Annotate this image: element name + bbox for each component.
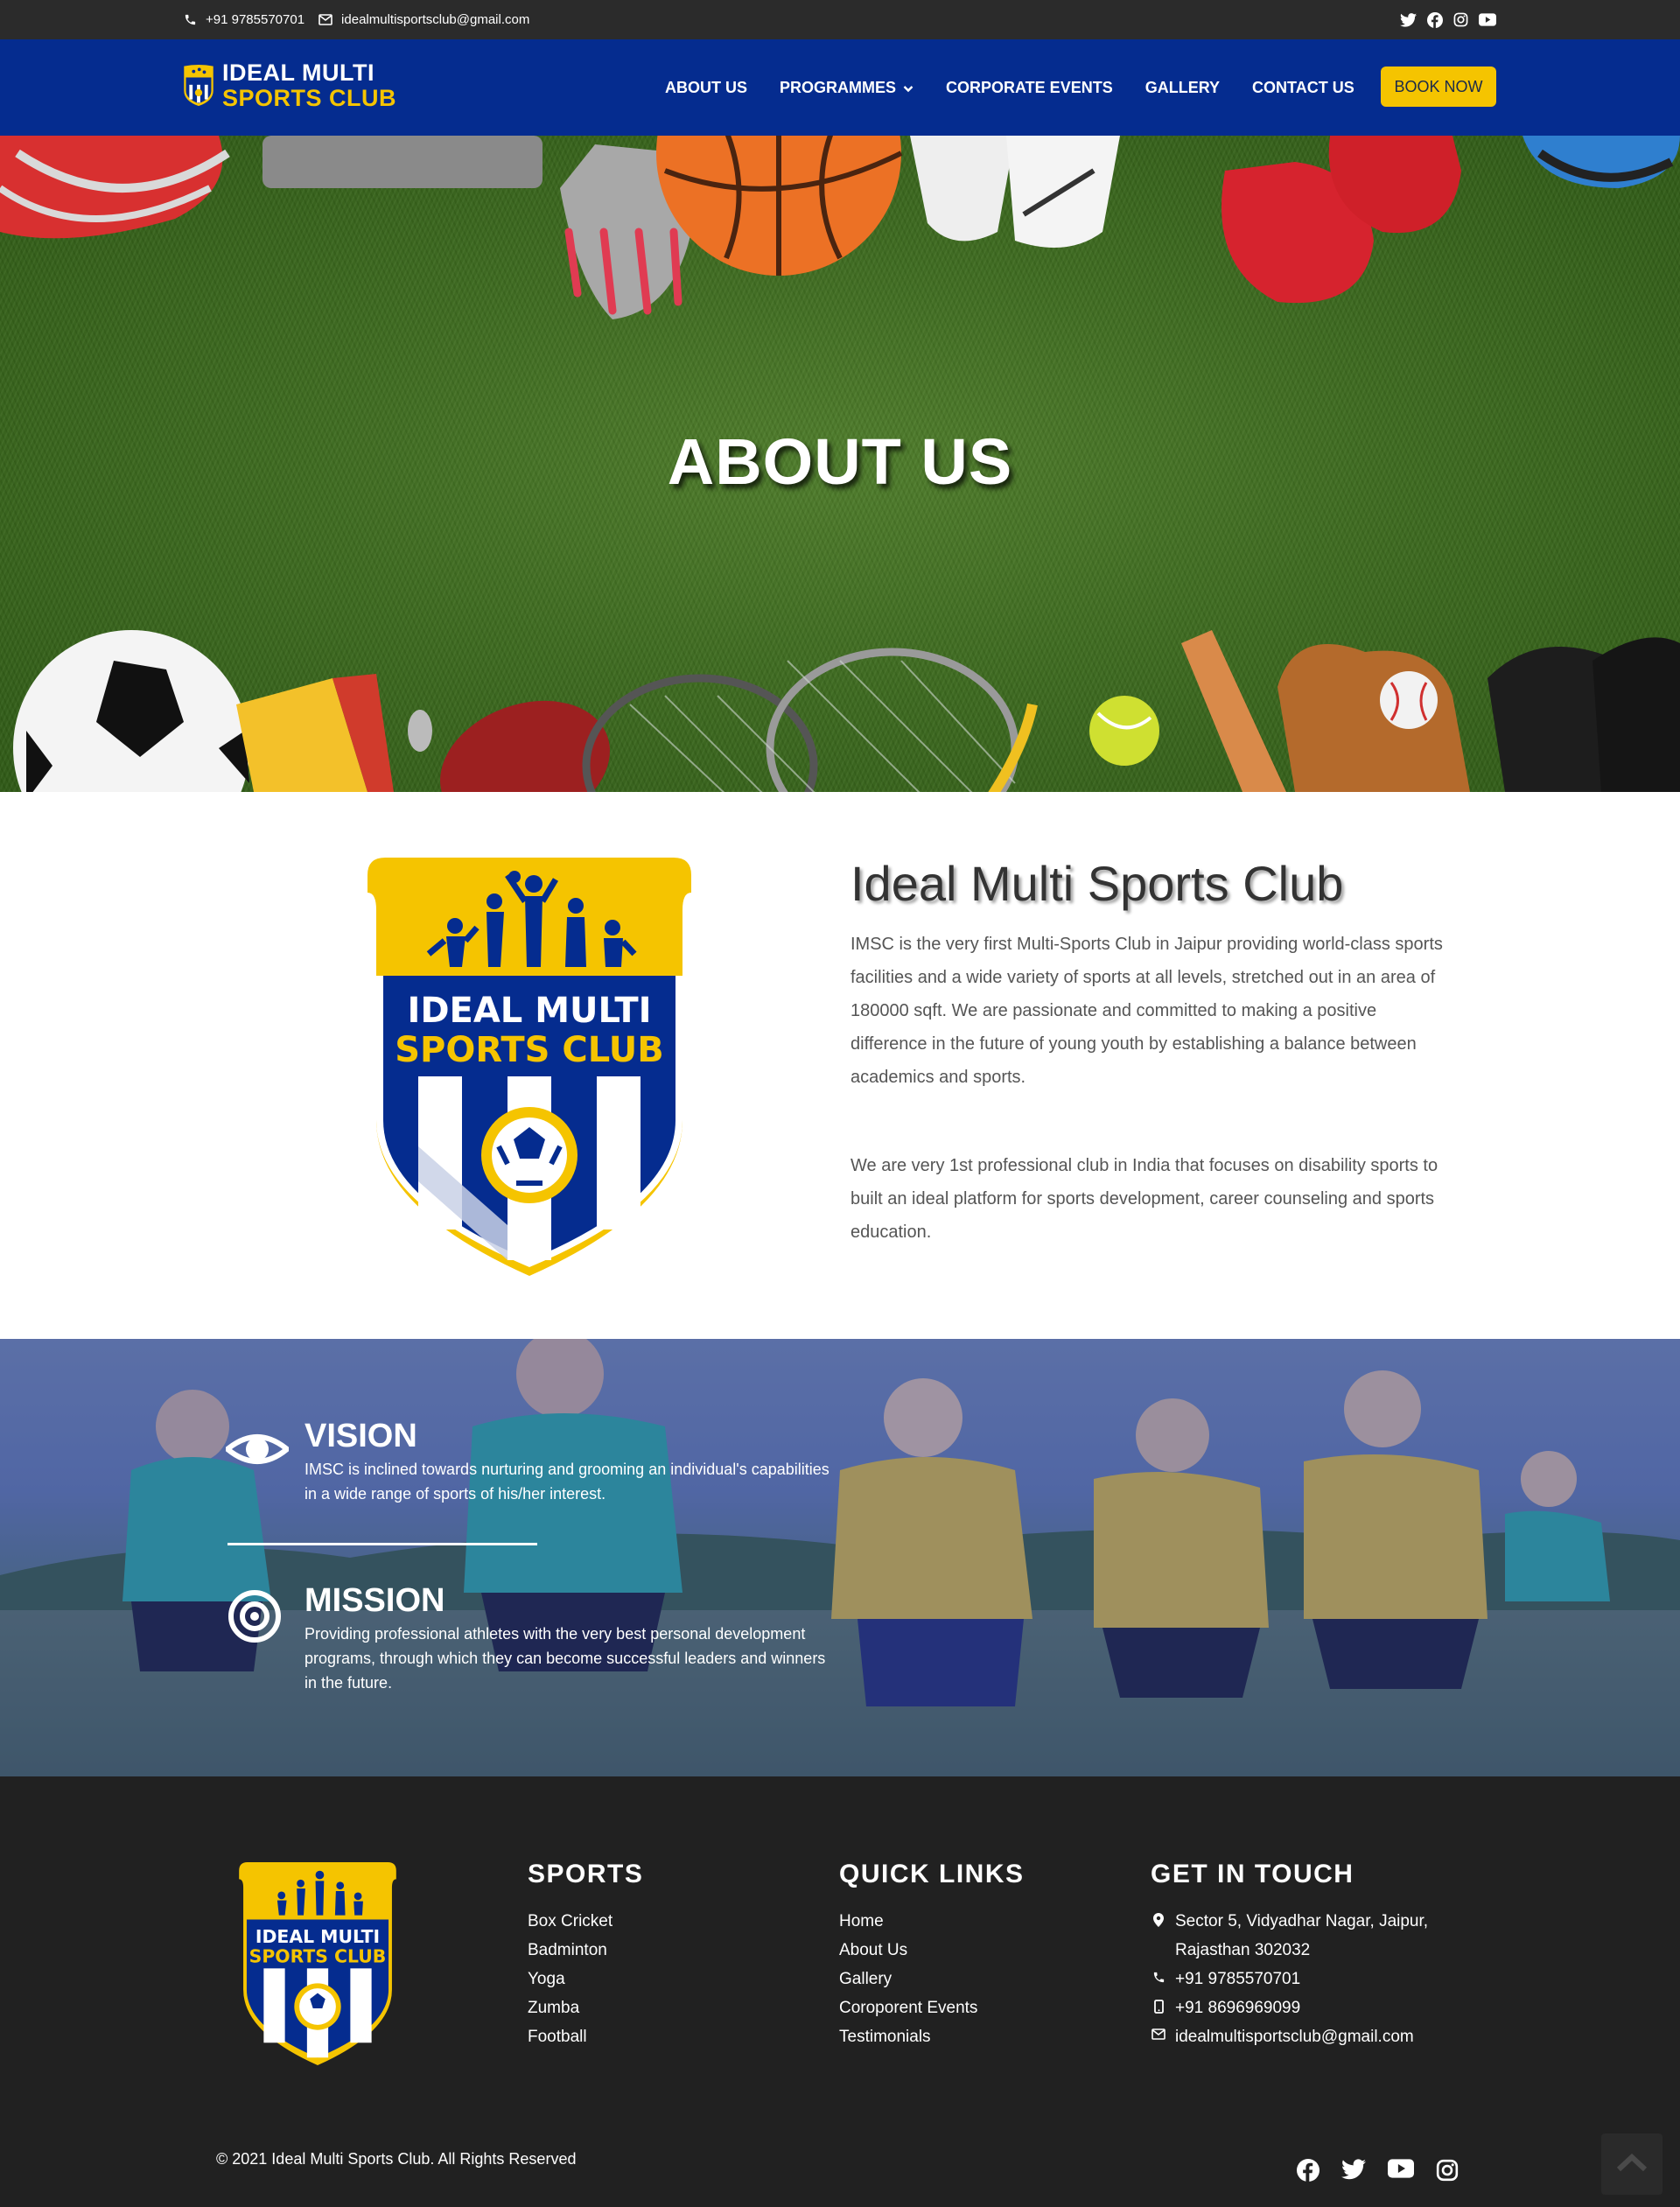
footer-quick-link[interactable]: Testimonials bbox=[839, 2022, 1025, 2051]
club-crest-icon bbox=[184, 65, 214, 107]
hero-banner: ABOUT US bbox=[0, 136, 1680, 792]
footer-sports-link[interactable]: Zumba bbox=[528, 1993, 643, 2022]
footer-sports-column: SPORTS Box Cricket Badminton Yoga Zumba … bbox=[528, 1860, 643, 2051]
footer-crest-line1: IDEAL MULTI bbox=[256, 1926, 380, 1947]
vision-title: VISION bbox=[304, 1418, 417, 1454]
envelope-icon bbox=[1151, 2022, 1166, 2040]
hero-title: ABOUT US bbox=[667, 425, 1013, 498]
footer-phone-1-text: +91 9785570701 bbox=[1175, 1970, 1301, 1988]
nav-item-corporate-events[interactable]: CORPORATE EVENTS bbox=[946, 79, 1113, 97]
facebook-icon[interactable] bbox=[1427, 11, 1443, 28]
mission-title: MISSION bbox=[304, 1582, 445, 1619]
chevron-up-icon bbox=[1616, 2153, 1648, 2176]
footer-sports-title: SPORTS bbox=[528, 1860, 644, 1888]
logo-wordmark: IDEAL MULTI SPORTS CLUB bbox=[222, 61, 396, 110]
vision-mission-divider bbox=[228, 1543, 537, 1545]
chevron-down-icon bbox=[903, 79, 914, 97]
blue-overlay bbox=[0, 1339, 1680, 1776]
twitter-icon[interactable] bbox=[1341, 2159, 1366, 2186]
top-bar: +91 9785570701 idealmultisportsclub@gmai… bbox=[0, 0, 1680, 39]
club-crest-logo: IDEAL MULTI SPORTS CLUB bbox=[368, 858, 691, 1276]
footer-social bbox=[1297, 2159, 1459, 2186]
footer-quick-link[interactable]: Coroporent Events bbox=[839, 1993, 1025, 2022]
copyright-text: © 2021 Ideal Multi Sports Club. All Righ… bbox=[216, 2150, 577, 2168]
footer-quick-link[interactable]: Gallery bbox=[839, 1965, 1025, 1993]
vision-text: IMSC is inclined towards nurturing and g… bbox=[304, 1461, 830, 1503]
main-navbar: IDEAL MULTI SPORTS CLUB ABOUT US PROGRAM… bbox=[0, 39, 1680, 136]
topbar-contact: +91 9785570701 idealmultisportsclub@gmai… bbox=[184, 0, 533, 39]
logo-line-2: SPORTS CLUB bbox=[222, 85, 397, 111]
about-heading: Ideal Multi Sports Club bbox=[850, 856, 1344, 911]
footer-quick-link[interactable]: About Us bbox=[839, 1936, 1025, 1965]
footer-address-line2: Rajasthan 302032 bbox=[1175, 1941, 1311, 1959]
logo-line-1: IDEAL MULTI bbox=[222, 60, 374, 86]
footer-email[interactable]: idealmultisportsclub@gmail.com bbox=[1151, 2022, 1428, 2051]
nav-label: CONTACT US bbox=[1252, 78, 1354, 96]
book-now-button[interactable]: BOOK NOW bbox=[1381, 67, 1496, 107]
about-paragraph-2: We are very 1st professional club in Ind… bbox=[850, 1156, 1438, 1242]
about-paragraph-1: IMSC is the very first Multi-Sports Club… bbox=[850, 935, 1443, 1087]
nav-label: GALLERY bbox=[1144, 78, 1221, 96]
nav-item-programmes[interactable]: PROGRAMMES bbox=[780, 79, 914, 97]
footer-sports-link[interactable]: Box Cricket bbox=[528, 1907, 643, 1936]
crest-text-line1: IDEAL MULTI bbox=[407, 991, 651, 1031]
topbar-email-text: idealmultisportsclub@gmail.com bbox=[341, 12, 530, 27]
facebook-icon[interactable] bbox=[1297, 2159, 1320, 2186]
footer-email-text: idealmultisportsclub@gmail.com bbox=[1175, 2028, 1414, 2046]
mobile-icon bbox=[1151, 1993, 1166, 2014]
footer-sports-link[interactable]: Yoga bbox=[528, 1965, 643, 1993]
about-section: IDEAL MULTI SPORTS CLUB Ideal Multi Spor… bbox=[0, 792, 1680, 1339]
vision-mission-section: VISION IMSC is inclined towards nurturin… bbox=[0, 1339, 1680, 1776]
footer-address: Sector 5, Vidyadhar Nagar, Jaipur, Rajas… bbox=[1151, 1907, 1428, 1965]
footer-address-text: Sector 5, Vidyadhar Nagar, Jaipur, Rajas… bbox=[1175, 1907, 1428, 1965]
mission-text: Providing professional athletes with the… bbox=[304, 1625, 826, 1692]
topbar-email[interactable]: idealmultisportsclub@gmail.com bbox=[318, 12, 529, 27]
envelope-icon bbox=[318, 14, 332, 25]
topbar-social bbox=[1400, 0, 1496, 39]
nav-label: ABOUT US bbox=[665, 78, 747, 96]
twitter-icon[interactable] bbox=[1400, 12, 1417, 27]
footer-phone-2-text: +91 8696969099 bbox=[1175, 1999, 1301, 2017]
footer-phone-2[interactable]: +91 8696969099 bbox=[1151, 1993, 1428, 2022]
footer-sports-link[interactable]: Football bbox=[528, 2022, 643, 2051]
footer-contact-column: GET IN TOUCH Sector 5, Vidyadhar Nagar, … bbox=[1151, 1860, 1428, 2051]
scroll-to-top-button[interactable] bbox=[1601, 2133, 1662, 2195]
footer-quick-links-title: QUICK LINKS bbox=[839, 1860, 1025, 1888]
target-icon bbox=[228, 1590, 281, 1643]
eye-icon bbox=[226, 1434, 289, 1464]
phone-icon bbox=[1151, 1965, 1166, 1984]
footer-phone-1[interactable]: +91 9785570701 bbox=[1151, 1965, 1428, 1993]
footer-crest-line2: SPORTS CLUB bbox=[249, 1946, 387, 1967]
instagram-icon[interactable] bbox=[1453, 12, 1468, 27]
footer-sports-link[interactable]: Badminton bbox=[528, 1936, 643, 1965]
footer-quick-links-column: QUICK LINKS Home About Us Gallery Coropo… bbox=[839, 1860, 1025, 2051]
footer-address-line1: Sector 5, Vidyadhar Nagar, Jaipur, bbox=[1175, 1912, 1429, 1930]
site-logo[interactable]: IDEAL MULTI SPORTS CLUB bbox=[182, 61, 396, 110]
crest-text-line2: SPORTS CLUB bbox=[395, 1030, 664, 1070]
instagram-icon[interactable] bbox=[1436, 2159, 1459, 2186]
nav-item-about-us[interactable]: ABOUT US bbox=[665, 79, 747, 97]
nav-item-gallery[interactable]: GALLERY bbox=[1145, 79, 1220, 97]
site-footer: IDEAL MULTI SPORTS CLUB SPORTS Box Crick… bbox=[0, 1776, 1680, 2207]
nav-label: PROGRAMMES bbox=[780, 78, 897, 96]
youtube-icon[interactable] bbox=[1388, 2159, 1414, 2186]
map-marker-icon bbox=[1151, 1907, 1166, 1927]
topbar-phone-text: +91 9785570701 bbox=[206, 12, 305, 27]
topbar-phone[interactable]: +91 9785570701 bbox=[184, 12, 304, 27]
footer-club-crest: IDEAL MULTI SPORTS CLUB bbox=[239, 1862, 396, 2065]
nav-item-contact-us[interactable]: CONTACT US bbox=[1252, 79, 1354, 97]
footer-contact-title: GET IN TOUCH bbox=[1151, 1860, 1354, 1888]
footer-quick-link[interactable]: Home bbox=[839, 1907, 1025, 1936]
nav-label: CORPORATE EVENTS bbox=[946, 78, 1113, 96]
nav-menu: ABOUT US PROGRAMMES CORPORATE EVENTS GAL… bbox=[665, 39, 1354, 136]
phone-icon bbox=[184, 13, 197, 26]
youtube-icon[interactable] bbox=[1479, 13, 1496, 26]
